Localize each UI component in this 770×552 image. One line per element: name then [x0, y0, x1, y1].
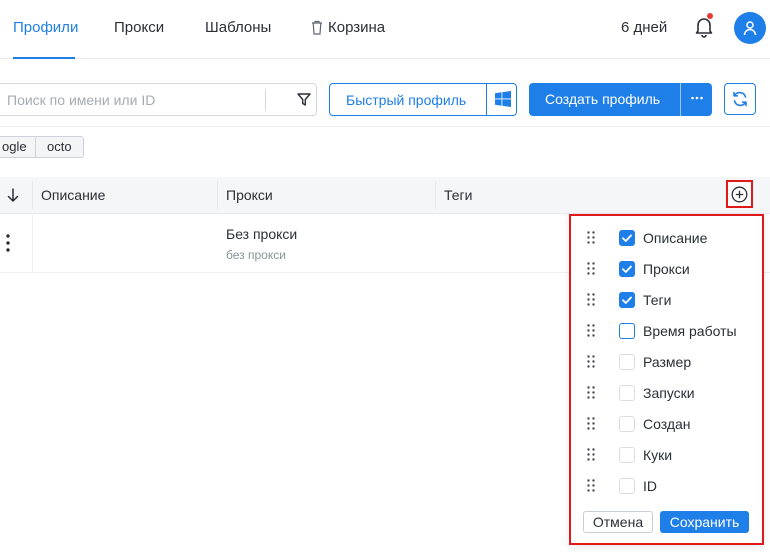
tab-profiles[interactable]: Профили	[13, 19, 78, 36]
notification-dot	[707, 13, 713, 19]
toolbar-divider	[0, 126, 770, 127]
column-option-label: Время работы	[643, 323, 737, 339]
user-icon	[743, 21, 757, 36]
column-settings-popup: Описание Прокси Теги Время работы Размер…	[569, 214, 764, 545]
column-option-label: Создан	[643, 416, 691, 432]
tab-proxies[interactable]: Прокси	[114, 19, 164, 36]
bell-icon[interactable]	[694, 16, 714, 38]
drag-handle-icon[interactable]	[587, 231, 595, 244]
column-option-tags[interactable]: Теги	[581, 289, 756, 311]
quick-profile-label: Быстрый профиль	[346, 92, 467, 108]
subscription-days-left: 6 дней	[621, 19, 668, 36]
active-tab-indicator	[13, 57, 75, 59]
drag-handle-icon[interactable]	[587, 293, 595, 306]
column-option-cookies[interactable]: Куки	[581, 444, 756, 466]
sort-arrow-icon[interactable]	[7, 188, 19, 202]
trash-icon	[312, 20, 322, 35]
checkbox-checked[interactable]	[619, 292, 635, 308]
column-option-label: Размер	[643, 354, 692, 370]
checkbox[interactable]	[619, 385, 635, 401]
drag-handle-icon[interactable]	[587, 417, 595, 430]
column-separator	[217, 181, 218, 209]
drag-handle-icon[interactable]	[587, 448, 595, 461]
tab-templates[interactable]: Шаблоны	[205, 19, 271, 36]
row-menu-icon[interactable]	[4, 232, 12, 254]
checkbox[interactable]	[619, 323, 635, 339]
column-option-label: Запуски	[643, 385, 695, 401]
column-option-size[interactable]: Размер	[581, 351, 756, 373]
plus-circle-icon	[731, 186, 748, 202]
quick-profile-button[interactable]: Быстрый профиль	[329, 83, 517, 116]
add-column-button[interactable]	[726, 180, 753, 208]
column-option-created[interactable]: Создан	[581, 413, 756, 435]
column-option-label: Описание	[643, 230, 708, 246]
cancel-button[interactable]: Отмена	[583, 511, 653, 533]
drag-handle-icon[interactable]	[587, 355, 595, 368]
column-option-proxy[interactable]: Прокси	[581, 258, 756, 280]
column-option-label: ID	[643, 478, 657, 494]
column-option-label: Куки	[643, 447, 673, 463]
checkbox-checked[interactable]	[619, 261, 635, 277]
refresh-icon	[733, 91, 747, 107]
column-header-description[interactable]: Описание	[41, 187, 105, 203]
search-input[interactable]	[7, 91, 257, 109]
drag-handle-icon[interactable]	[587, 479, 595, 492]
checkbox-checked[interactable]	[619, 230, 635, 246]
filter-icon[interactable]	[297, 93, 311, 106]
column-separator	[32, 181, 33, 209]
row-separator	[32, 215, 33, 272]
drag-handle-icon[interactable]	[587, 324, 595, 337]
tag-chip[interactable]: ogle	[0, 136, 39, 158]
checkbox[interactable]	[619, 447, 635, 463]
create-profile-button[interactable]: Создать профиль	[529, 83, 712, 116]
column-option-description[interactable]: Описание	[581, 227, 756, 249]
row-proxy: Без прокси	[226, 226, 298, 242]
create-profile-label: Создать профиль	[545, 91, 661, 107]
column-option-label: Теги	[643, 292, 672, 308]
top-navigation: Профили Прокси Шаблоны Корзина 6 дней	[0, 0, 770, 59]
column-option-uptime[interactable]: Время работы	[581, 320, 756, 342]
column-header-proxy[interactable]: Прокси	[226, 187, 273, 203]
windows-icon[interactable]	[495, 91, 511, 107]
search-box	[0, 83, 317, 116]
quick-profile-divider	[486, 84, 487, 115]
checkbox[interactable]	[619, 478, 635, 494]
drag-handle-icon[interactable]	[587, 386, 595, 399]
column-header-tags[interactable]: Теги	[444, 187, 472, 203]
drag-handle-icon[interactable]	[587, 262, 595, 275]
column-option-id[interactable]: ID	[581, 475, 756, 497]
save-button[interactable]: Сохранить	[660, 511, 749, 533]
table-header: Описание Прокси Теги	[0, 177, 770, 214]
create-profile-divider	[680, 83, 681, 116]
search-divider	[265, 89, 266, 111]
row-proxy-sub: без прокси	[226, 248, 286, 262]
column-option-launches[interactable]: Запуски	[581, 382, 756, 404]
checkbox[interactable]	[619, 354, 635, 370]
avatar[interactable]	[734, 12, 766, 44]
refresh-button[interactable]	[724, 83, 756, 115]
checkbox[interactable]	[619, 416, 635, 432]
tab-trash[interactable]: Корзина	[328, 19, 385, 36]
column-option-label: Прокси	[643, 261, 690, 277]
column-separator	[435, 181, 436, 209]
tag-chip[interactable]: octo	[35, 136, 84, 158]
more-icon[interactable]	[689, 90, 705, 106]
